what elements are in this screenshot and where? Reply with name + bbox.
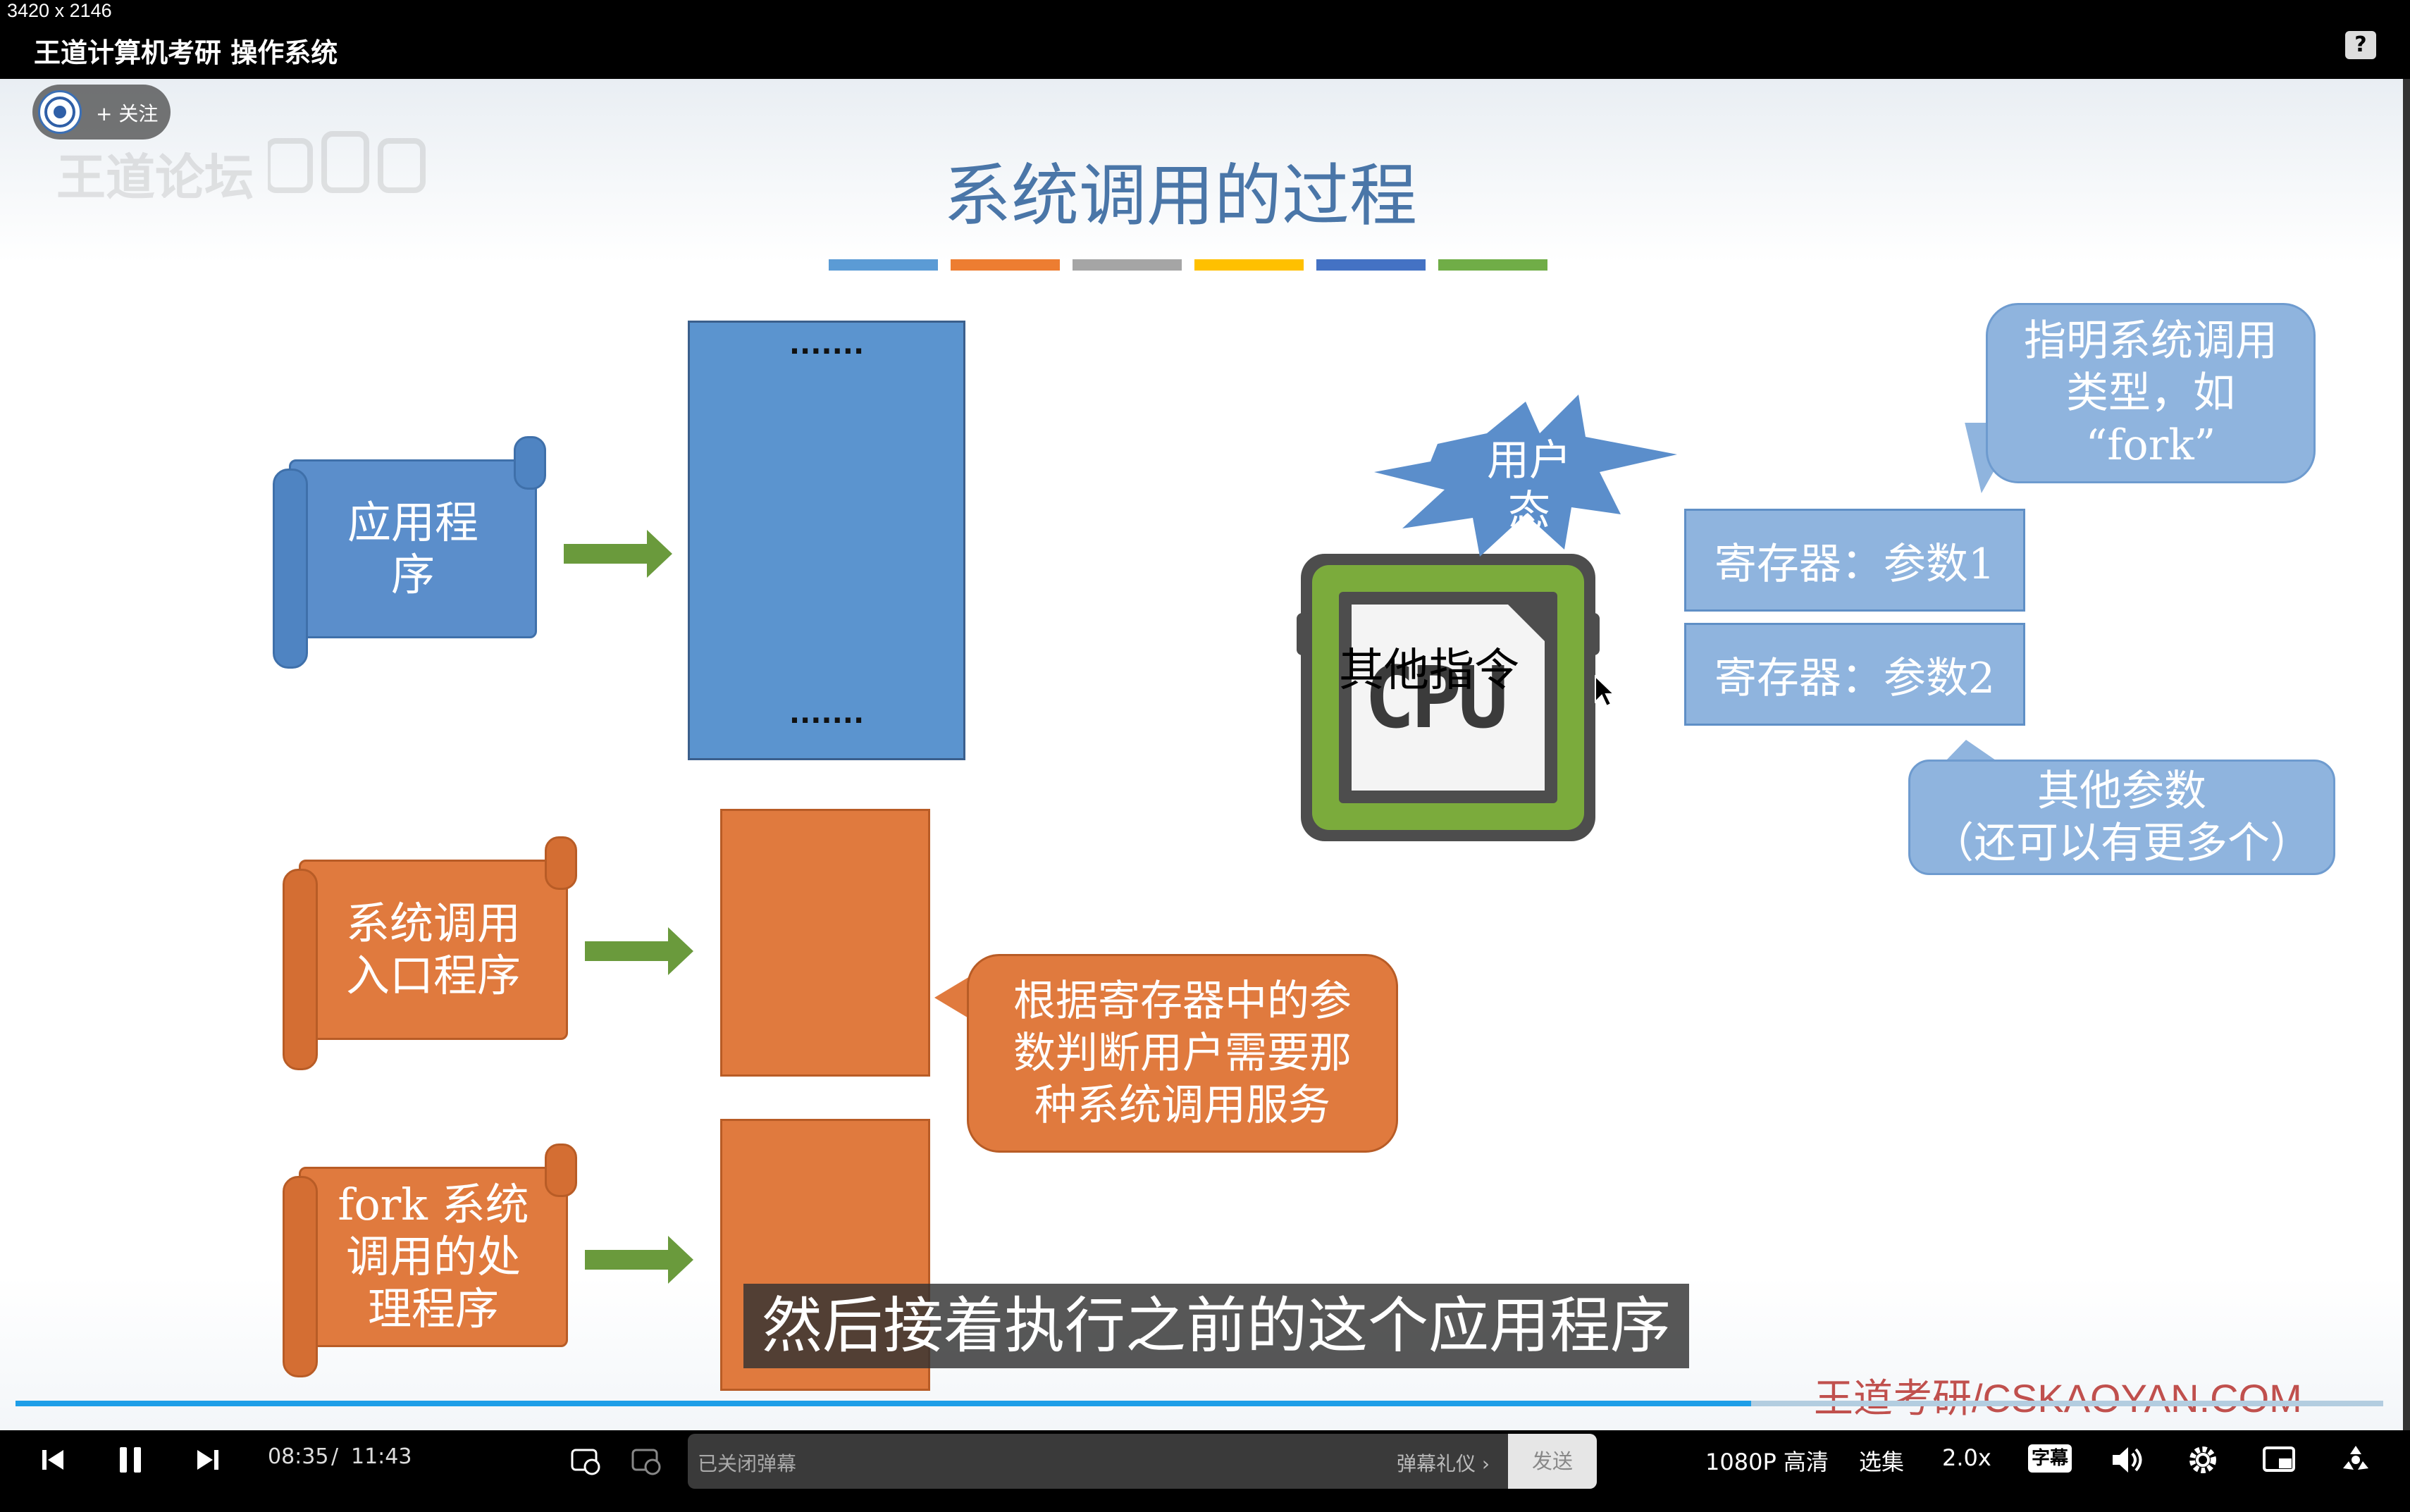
top-bar [0,0,2410,79]
subtitle-button[interactable]: 字幕 [2028,1444,2072,1473]
danmaku-toggle-icon[interactable] [569,1444,602,1480]
help-icon[interactable]: ? [2345,31,2376,59]
settings-gear-icon[interactable] [2186,1443,2220,1480]
slide-title: 系统调用的过程 [944,156,1417,235]
subtitle-button-label: 字幕 [2031,1448,2068,1469]
follow-pill[interactable]: + 关注 [32,85,171,140]
code-ellipsis-bottom: ······· [789,705,865,737]
arrow-right-icon [585,1236,693,1284]
color-bar-segment [1194,259,1304,271]
dispatch-callout: 根据寄存器中的参 数判断用户需要那 种系统调用服务 [967,954,1398,1153]
register-param-2: 寄存器：参数2 [1684,623,2025,726]
scroll-application: 应用程 序 [273,436,546,669]
send-button[interactable]: 发送 [1508,1434,1597,1489]
picture-in-picture-icon[interactable] [2262,1444,2297,1478]
register-label: 寄存器：参数1 [1714,539,1996,589]
episodes-button[interactable]: 选集 [1859,1444,1904,1477]
code-ellipsis-top: ······· [789,335,865,368]
quality-button[interactable]: 1080P 高清 [1705,1444,1829,1477]
cpu-chip-icon: CPU 其他指令 [1297,550,1600,845]
danmaku-etiquette-link[interactable]: 弹幕礼仪 › [1397,1449,1490,1477]
other-params-callout: 其他参数 （还可以有更多个） [1908,760,2335,875]
type-callout: 指明系统调用 类型，如 “fork” [1986,303,2316,483]
type-callout-text: 指明系统调用 类型，如 “fork” [2024,316,2278,470]
window-title: 王道计算机考研 操作系统 [34,37,338,68]
scroll-label: 系统调用 入口程序 [345,898,521,1001]
logo-icon [44,97,75,128]
color-bar-segment [1073,259,1182,271]
dispatch-callout-text: 根据寄存器中的参 数判断用户需要那 种系统调用服务 [1013,977,1352,1130]
progress-fill[interactable] [16,1401,1751,1406]
scroll-curl [514,436,546,490]
time-separator: / [331,1444,339,1469]
scroll-label: fork 系统 调用的处 理程序 [338,1179,529,1334]
fullscreen-icon[interactable] [2338,1443,2373,1480]
mouse-cursor-icon [1594,674,1616,710]
next-icon[interactable] [193,1446,221,1477]
video-right-edge [2403,79,2410,1430]
video-subtitle: 然后接着执行之前的这个应用程序 [743,1284,1689,1368]
screen-size-label: 3420 x 2146 [7,0,112,21]
other-params-text: 其他参数 （还可以有更多个） [1932,767,2312,868]
color-bar-segment [829,259,938,271]
danmaku-settings-icon[interactable] [630,1444,662,1480]
user-mode-label: 用户 态 [1487,436,1571,536]
entry-code-block [720,809,930,1077]
avatar[interactable] [38,90,82,134]
scroll-fork-handler: fork 系统 调用的处 理程序 [283,1144,577,1377]
scroll-curl [283,869,318,1070]
pause-icon[interactable] [117,1444,145,1478]
current-time: 08:35 [268,1444,329,1469]
register-param-1: 寄存器：参数1 [1684,509,2025,612]
app-code-block: ······· ······· [688,321,965,760]
scroll-curl [545,836,577,890]
scroll-curl [273,469,308,669]
speed-button[interactable]: 2.0x [1942,1444,1991,1471]
scroll-curl [545,1144,577,1197]
previous-icon[interactable] [39,1446,68,1477]
slide-footer-brand: 王道考研/CSKAOYAN.COM [1814,1376,2302,1420]
register-label: 寄存器：参数2 [1714,653,1996,703]
volume-icon[interactable] [2110,1443,2145,1480]
scroll-syscall-entry: 系统调用 入口程序 [283,836,577,1070]
scroll-label: 应用程 序 [347,497,478,600]
arrow-right-icon [564,530,672,578]
danmaku-placeholder[interactable]: 已关闭弹幕 [698,1449,796,1477]
follow-label[interactable]: + 关注 [96,99,158,127]
user-mode-burst: 用户 态 [1374,395,1691,585]
color-bar-segment [1316,259,1426,271]
total-time: 11:43 [351,1444,412,1469]
cpu-overlay-text: 其他指令 [1339,645,1519,697]
scroll-curl [283,1176,318,1377]
color-bar-segment [951,259,1060,271]
arrow-right-icon [585,927,693,975]
color-bar-segment [1438,259,1547,271]
